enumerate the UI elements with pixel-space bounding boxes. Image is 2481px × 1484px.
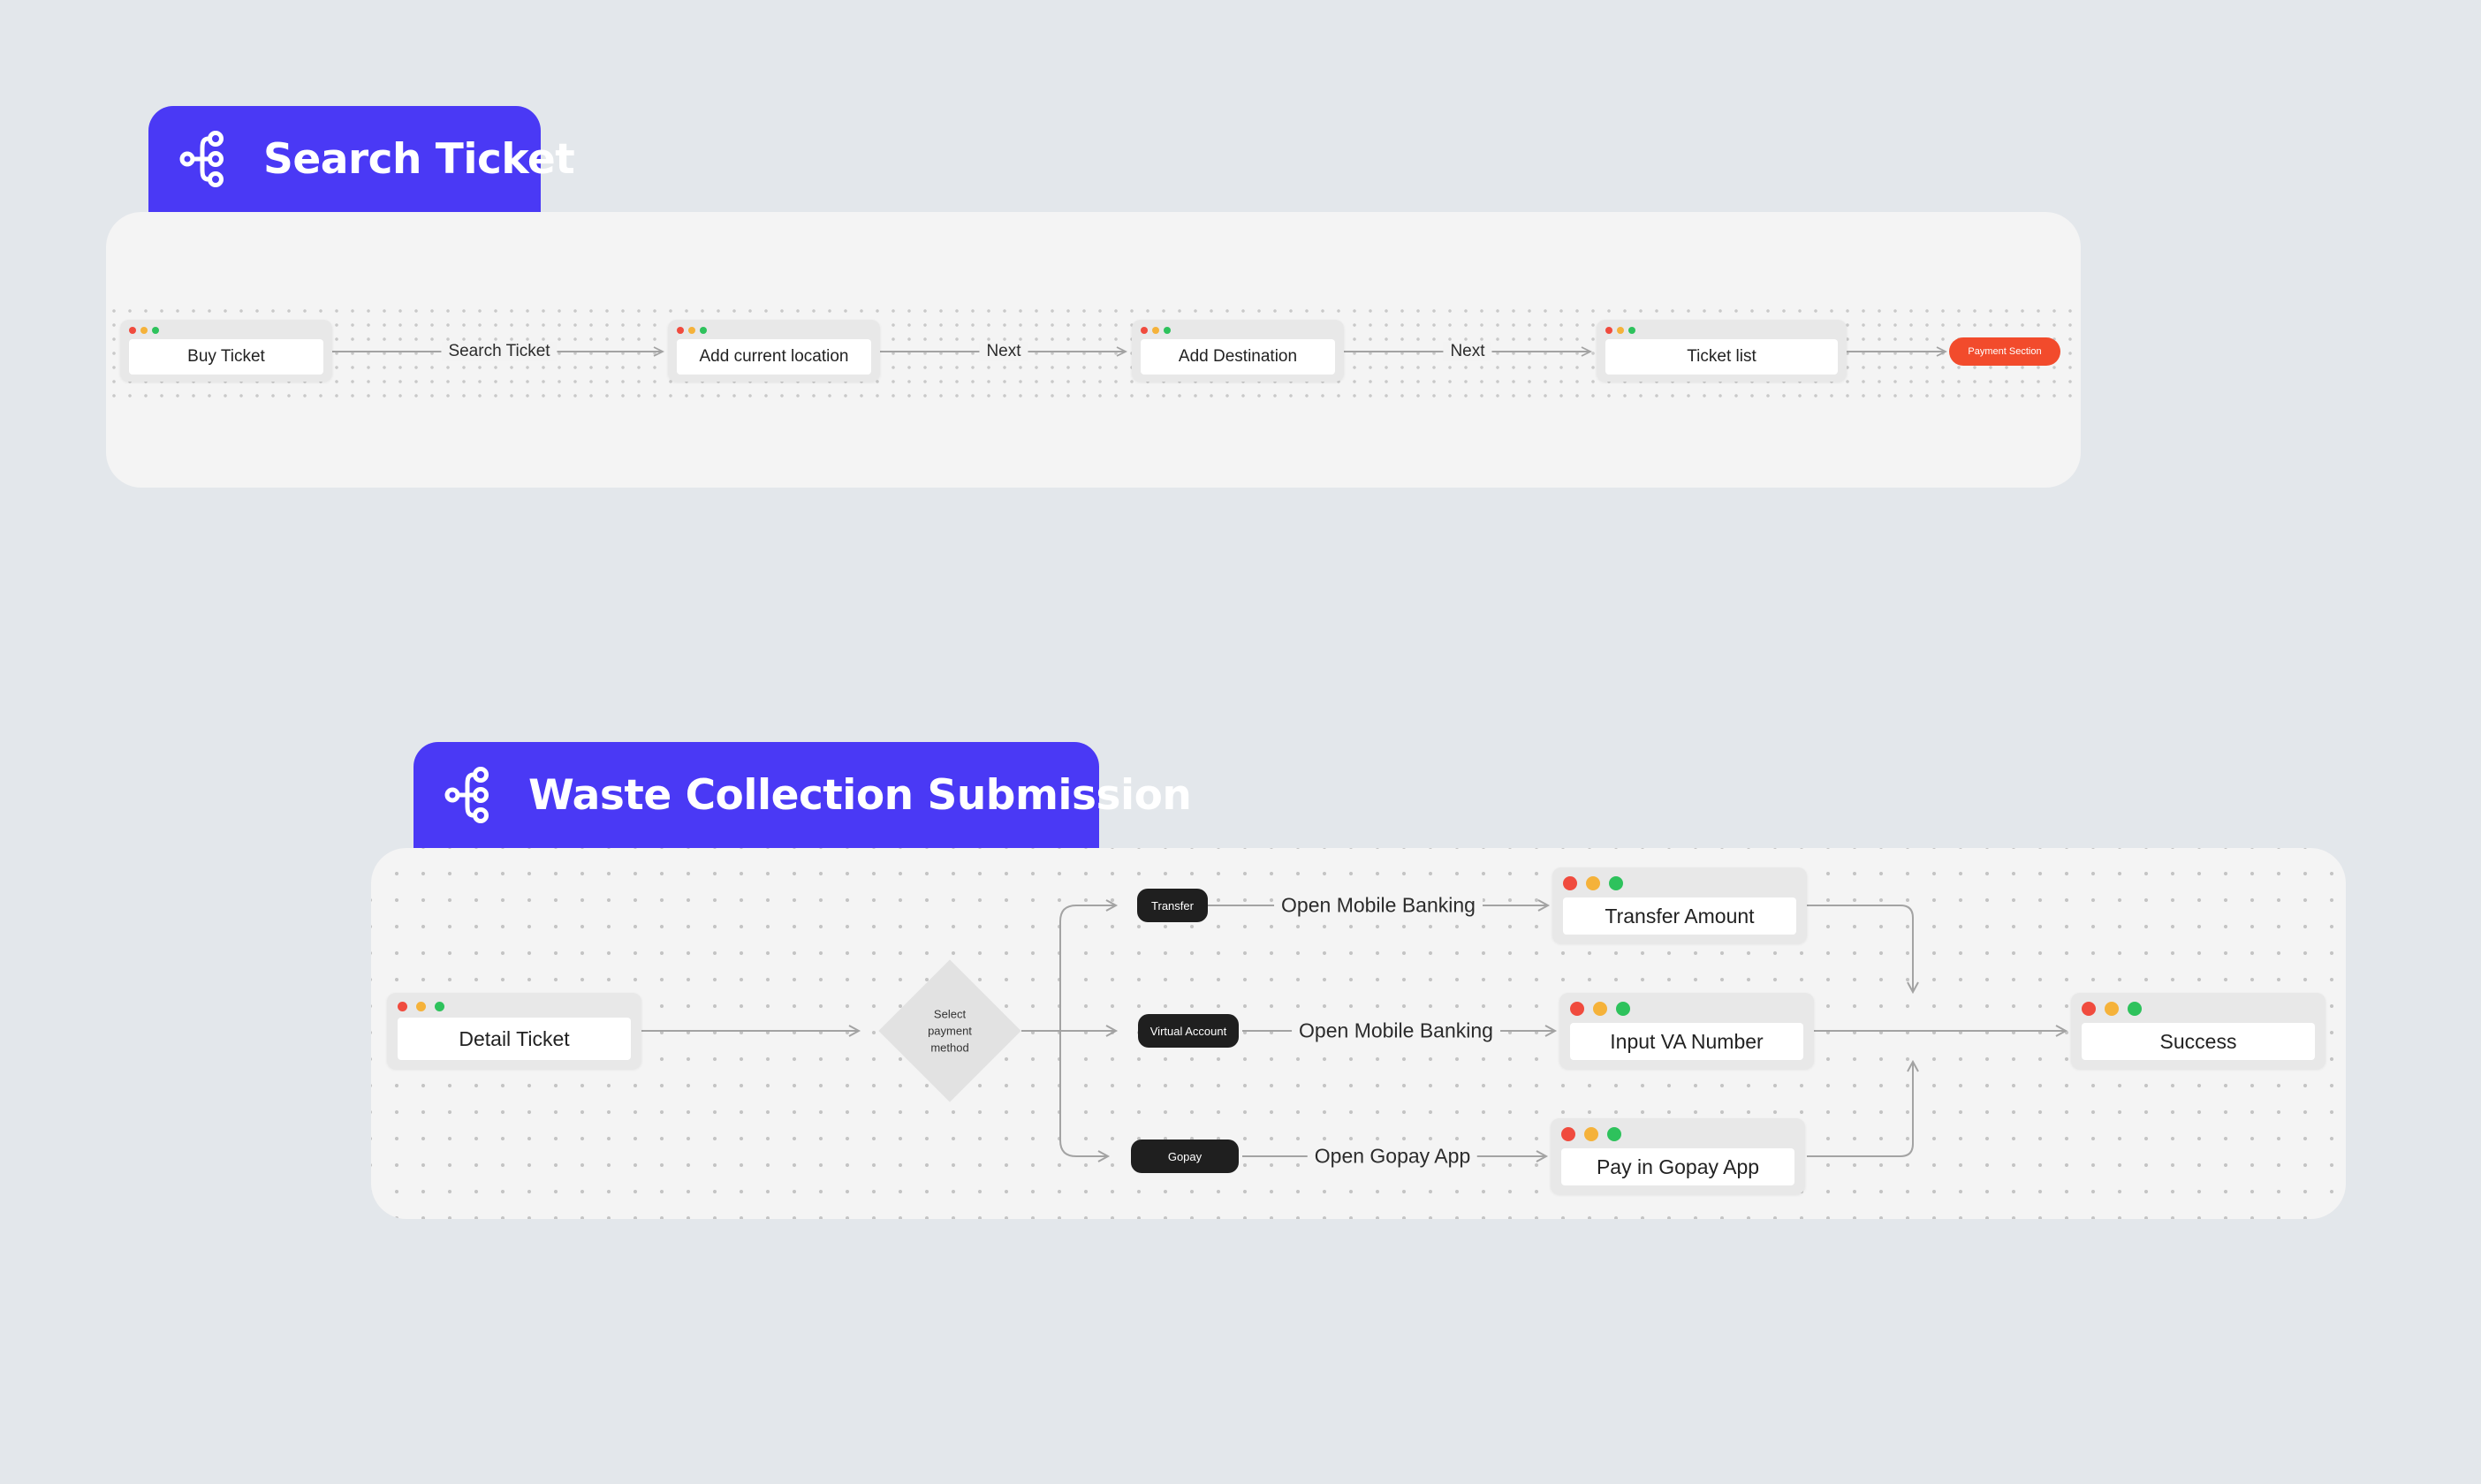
edge-label-open-gopay-app: Open Gopay App (1307, 1144, 1478, 1169)
node-label: Ticket list (1605, 339, 1838, 375)
node-label: Add Destination (1141, 339, 1335, 375)
section-title: Search Ticket (263, 134, 575, 184)
section-title: Waste Collection Submission (528, 770, 1192, 820)
search-ticket-panel: Buy Ticket Add current location Add Dest… (106, 212, 2081, 488)
node-label: Pay in Gopay App (1561, 1148, 1794, 1185)
node-label: Transfer Amount (1563, 897, 1796, 935)
virtual-account-pill[interactable]: Virtual Account (1138, 1014, 1239, 1048)
decision-label: Select payment method (928, 1007, 972, 1055)
node-ticket-list[interactable]: Ticket list (1597, 320, 1847, 382)
edge-label-open-mobile-banking: Open Mobile Banking (1274, 893, 1483, 918)
edge-label-open-mobile-banking: Open Mobile Banking (1292, 1018, 1500, 1043)
node-label: Buy Ticket (129, 339, 323, 375)
node-success[interactable]: Success (2071, 993, 2325, 1069)
node-input-va-number[interactable]: Input VA Number (1559, 993, 1814, 1069)
gopay-pill[interactable]: Gopay (1131, 1140, 1239, 1173)
node-detail-ticket[interactable]: Detail Ticket (387, 993, 641, 1069)
node-pay-in-gopay-app[interactable]: Pay in Gopay App (1551, 1118, 1805, 1194)
transfer-pill[interactable]: Transfer (1137, 889, 1208, 922)
flow-tree-icon (444, 767, 489, 823)
node-transfer-amount[interactable]: Transfer Amount (1552, 867, 1807, 943)
payment-section-pill[interactable]: Payment Section (1949, 337, 2060, 366)
node-label: Input VA Number (1570, 1023, 1803, 1060)
waste-collection-tab: Waste Collection Submission (414, 742, 1192, 848)
edge-label-next: Next (1443, 342, 1492, 361)
node-add-current-location[interactable]: Add current location (668, 320, 880, 382)
node-buy-ticket[interactable]: Buy Ticket (120, 320, 332, 382)
edge-pay-to-success (1807, 1059, 1919, 1157)
edge-label-next: Next (979, 342, 1028, 361)
node-add-destination[interactable]: Add Destination (1132, 320, 1344, 382)
node-label: Success (2082, 1023, 2315, 1060)
node-label: Detail Ticket (398, 1018, 631, 1060)
edge-amount-to-success (1807, 905, 1919, 995)
edge-label-search-ticket: Search Ticket (441, 342, 558, 361)
waste-collection-panel: Detail Ticket Select payment method Tran… (371, 848, 2346, 1219)
flow-tree-icon (179, 131, 224, 187)
search-ticket-tab: Search Ticket (148, 106, 575, 212)
node-label: Add current location (677, 339, 871, 375)
